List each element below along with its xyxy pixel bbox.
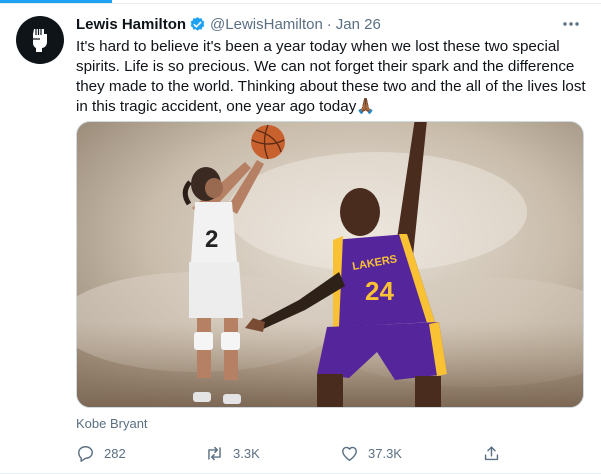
heart-icon — [342, 446, 357, 461]
tagged-person-name[interactable]: Kobe Bryant — [76, 416, 148, 431]
tweet-date[interactable]: Jan 26 — [336, 16, 381, 33]
basketball — [251, 124, 285, 160]
basketball-photo: 2 LAKERS 24 — [77, 122, 583, 407]
like-button[interactable]: 37.3K — [340, 441, 402, 465]
tweet-actions: 282 3.3K 37.3K — [76, 441, 506, 465]
separator-dot: · — [326, 15, 332, 33]
reply-count: 282 — [104, 445, 126, 461]
tweet-photo[interactable]: 2 LAKERS 24 — [76, 121, 584, 408]
author-handle[interactable]: @LewisHamilton — [210, 16, 323, 33]
tagged-people[interactable]: Kobe Bryant — [76, 416, 148, 431]
share-icon — [484, 445, 499, 460]
divider — [0, 3, 601, 4]
author-name[interactable]: Lewis Hamilton — [76, 16, 186, 33]
share-button[interactable] — [482, 441, 510, 465]
girl-jersey-number: 2 — [205, 226, 218, 253]
more-dots-icon — [563, 22, 579, 26]
avatar[interactable] — [16, 16, 64, 64]
tweet-text: It's hard to believe it's been a year to… — [76, 38, 586, 115]
like-count: 37.3K — [368, 445, 402, 461]
tweet-header: Lewis Hamilton @LewisHamilton · Jan 26 — [76, 14, 381, 34]
retweet-icon — [208, 446, 221, 460]
reply-button[interactable]: 282 — [76, 441, 126, 465]
kobe-jersey-number: 24 — [365, 276, 394, 306]
more-options-button[interactable] — [559, 12, 583, 36]
retweet-count: 3.3K — [233, 445, 260, 461]
verified-badge-icon — [190, 16, 205, 31]
retweet-button[interactable]: 3.3K — [205, 441, 260, 465]
raised-fist-icon — [33, 29, 47, 52]
reply-bubble-icon — [78, 445, 93, 462]
